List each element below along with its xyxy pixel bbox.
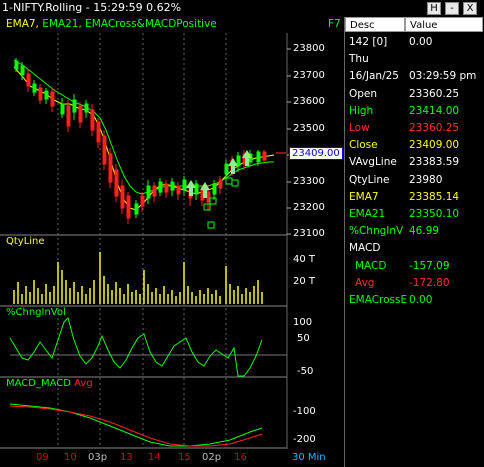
data-row-desc: Avg bbox=[355, 276, 375, 289]
price-tick: 23200 bbox=[293, 202, 325, 213]
data-row-desc: Low bbox=[349, 122, 370, 134]
shortcut-label: F7 bbox=[328, 18, 341, 30]
price-tick: 23500 bbox=[293, 123, 325, 134]
macd-title: MACD_MACD bbox=[6, 378, 71, 389]
ema7-line bbox=[13, 66, 275, 211]
desc-header[interactable]: Desc bbox=[345, 17, 405, 32]
price-tick: 23600 bbox=[293, 96, 325, 107]
data-row-desc: %ChngInV bbox=[349, 225, 404, 238]
chng-panel-title: %ChngInVol bbox=[6, 307, 66, 318]
time-tick: 14 bbox=[148, 452, 161, 463]
time-tick: 03p bbox=[88, 452, 108, 463]
time-tick: 15 bbox=[178, 452, 191, 463]
interval-label[interactable]: 30 Min bbox=[292, 452, 326, 463]
data-row-desc: EMACrossE bbox=[349, 294, 408, 306]
chng-tick: 100 bbox=[293, 317, 313, 328]
minimize-button[interactable]: - bbox=[445, 2, 459, 15]
price-tick: 23100 bbox=[293, 228, 325, 239]
data-row-value: 23414.00 bbox=[409, 104, 460, 117]
avg-title: Avg bbox=[74, 378, 93, 389]
value-header[interactable]: Value bbox=[405, 17, 483, 32]
data-row-value: 46.99 bbox=[409, 225, 440, 238]
macd-tick: -100 bbox=[293, 406, 316, 417]
data-row-value: 0.00 bbox=[409, 36, 433, 48]
macd-panel-title: MACD_MACD Avg bbox=[6, 378, 93, 389]
chng-tick: -50 bbox=[297, 366, 314, 377]
data-row-desc: QtyLine bbox=[349, 173, 390, 186]
legend-rest: EMA21, EMACross&MACDPositive bbox=[38, 18, 217, 30]
data-row-desc: EMA21 bbox=[349, 208, 386, 220]
help-button[interactable]: H bbox=[427, 2, 441, 15]
price-tick: 23800 bbox=[293, 43, 325, 54]
chart-area[interactable] bbox=[0, 17, 344, 467]
chng-line bbox=[9, 317, 263, 377]
candles bbox=[14, 58, 267, 224]
data-row-value: 23360.25 bbox=[409, 122, 460, 134]
legend-ema7: EMA7, bbox=[6, 18, 39, 30]
macd-tick: -200 bbox=[293, 434, 316, 445]
data-row-value: 23383.59 bbox=[409, 156, 460, 169]
qty-tick: 20 T bbox=[293, 276, 316, 287]
data-row-value: 23409.00 bbox=[409, 139, 460, 152]
time-tick: 02p bbox=[202, 452, 222, 463]
data-row-value: 23350.10 bbox=[409, 208, 460, 220]
time-tick: 10 bbox=[64, 452, 77, 463]
price-ticks bbox=[287, 48, 291, 235]
data-row-desc: Thu bbox=[349, 53, 369, 66]
close-button[interactable]: X bbox=[463, 2, 477, 15]
data-row-desc: MACD bbox=[349, 242, 381, 255]
qty-bars bbox=[13, 252, 263, 304]
chng-tick: 50 bbox=[297, 333, 310, 344]
data-row-desc: 142 [0] bbox=[349, 36, 388, 48]
macd-line bbox=[9, 403, 263, 447]
time-tick: 13 bbox=[120, 452, 133, 463]
last-price-tag: 23409.00 bbox=[289, 147, 343, 160]
data-row-desc: High bbox=[349, 104, 374, 117]
data-row-desc: MACD bbox=[355, 259, 387, 272]
data-row-value: -172.80 bbox=[409, 276, 450, 289]
data-row-value: 23980 bbox=[409, 173, 443, 186]
price-tick: 23700 bbox=[293, 70, 325, 81]
data-row-desc: EMA7 bbox=[349, 190, 379, 203]
indicator-legend: EMA7, EMA21, EMACross&MACDPositive bbox=[6, 18, 217, 30]
data-row-desc: 16/Jan/25 bbox=[349, 70, 399, 83]
time-tick: 09 bbox=[36, 452, 49, 463]
data-row-value: 0.00 bbox=[409, 294, 433, 306]
data-row-desc: VAvgLine bbox=[349, 156, 397, 169]
data-row-value: -157.09 bbox=[409, 259, 450, 272]
data-row-value: 23385.14 bbox=[409, 190, 460, 203]
data-row-value: 03:29:59 pm bbox=[409, 70, 477, 83]
data-row-desc: Open bbox=[349, 87, 378, 100]
macd-avg-line bbox=[9, 405, 263, 447]
chart-svg bbox=[0, 33, 291, 449]
window-title: 1-NIFTY.Rolling - 15:29:59 0.62% bbox=[2, 1, 182, 14]
price-tick: 23300 bbox=[293, 176, 325, 187]
time-tick: 16 bbox=[234, 452, 247, 463]
qty-panel-title: QtyLine bbox=[6, 236, 45, 247]
data-row-desc: Close bbox=[349, 139, 378, 152]
data-row-value: 23360.25 bbox=[409, 87, 460, 100]
qty-tick: 40 T bbox=[293, 254, 316, 265]
